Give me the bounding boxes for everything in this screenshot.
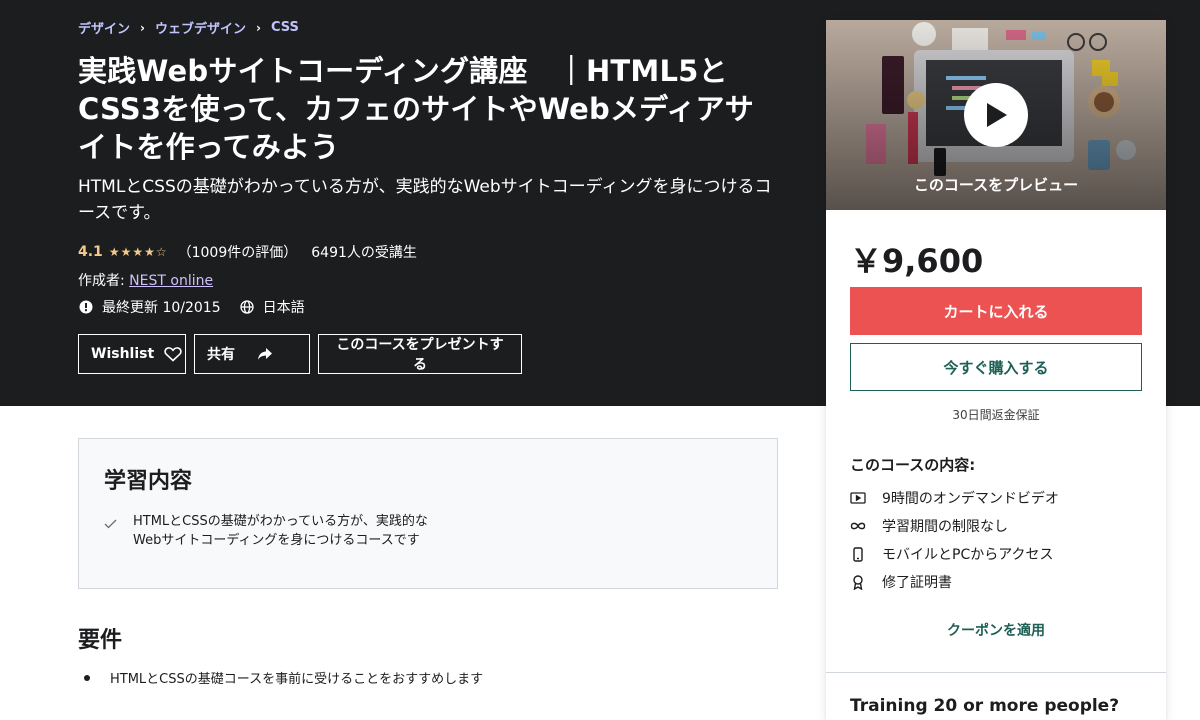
divider [826,672,1166,673]
action-buttons: Wishlist 共有 このコースをプレゼントする [78,334,522,374]
learn-item: HTMLとCSSの基礎がわかっている方が、実践的なWebサイトコーディングを身に… [104,512,434,550]
requirement-item: HTMLとCSSの基礎コースを事前に受けることをおすすめします [78,668,483,687]
course-language: 日本語 [262,300,305,316]
author-link[interactable]: NEST online [129,273,213,289]
includes-item: 学習期間の制限なし [850,512,1059,540]
includes-item: モバイルとPCからアクセス [850,540,1059,568]
buy-now-button[interactable]: 今すぐ購入する [850,343,1142,391]
wishlist-label: Wishlist [91,346,155,362]
course-preview[interactable]: このコースをプレビュー [826,20,1166,210]
author-prefix: 作成者: [78,273,130,289]
course-title: 実践Webサイトコーディング講座 ｜HTML5とCSS3を使って、カフェのサイト… [78,54,754,164]
course-price: ￥9,600 [850,242,984,280]
learn-item-text: HTMLとCSSの基礎がわかっている方が、実践的なWebサイトコーディングを身に… [133,514,428,548]
star-rating-icon: ★★★★☆ [108,245,168,259]
course-subtitle: HTMLとCSSの基礎がわかっている方が、実践的なWebサイトコーディングを身に… [78,177,772,223]
meta-row: 最終更新 10/2015 日本語 [78,297,305,317]
gift-course-button[interactable]: このコースをプレゼントする [318,334,522,374]
bullet-icon [84,674,90,681]
wishlist-button[interactable]: Wishlist [78,334,186,374]
infinity-icon [850,518,866,534]
globe-icon [239,299,255,315]
chevron-right-icon: › [140,20,145,35]
breadcrumb-css[interactable]: CSS [271,20,299,35]
breadcrumb-design[interactable]: デザイン [78,18,130,37]
includes-label: 修了証明書 [882,575,952,591]
requirement-text: HTMLとCSSの基礎コースを事前に受けることをおすすめします [110,672,484,687]
video-icon [850,490,866,506]
breadcrumb: デザイン › ウェブデザイン › CSS [78,18,299,37]
team-training-heading: Training 20 or more people? [850,696,1120,716]
certificate-icon [850,574,866,590]
chevron-right-icon: › [255,20,261,35]
learn-title: 学習内容 [104,469,193,494]
breadcrumb-web-design[interactable]: ウェブデザイン [155,18,246,37]
play-button[interactable] [964,83,1028,147]
includes-title: このコースの内容: [850,456,976,474]
alert-badge-icon [78,299,94,315]
student-count: 6491人の受講生 [311,245,417,261]
add-to-cart-button[interactable]: カートに入れる [850,287,1142,335]
what-you-will-learn: 学習内容 HTMLとCSSの基礎がわかっている方が、実践的なWebサイトコーディ… [78,438,778,589]
author-row: 作成者: NEST online [78,270,213,290]
money-back-guarantee: 30日間返金保証 [952,408,1040,422]
share-label: 共有 [207,347,235,363]
apply-coupon-link[interactable]: クーポンを適用 [826,620,1166,640]
includes-label: 学習期間の制限なし [882,519,1008,535]
includes-label: 9時間のオンデマンドビデオ [882,491,1059,507]
mobile-icon [850,546,866,562]
includes-list: 9時間のオンデマンドビデオ 学習期間の制限なし モバイルとPCからアクセス 修了… [850,484,1059,596]
heart-icon [164,346,182,362]
rating-row: 4.1 ★★★★☆ （1009件の評価） 6491人の受講生 [78,242,417,262]
gift-label: このコースをプレゼントする [336,337,504,373]
share-button[interactable]: 共有 [194,334,310,374]
share-arrow-icon [257,347,273,361]
review-count[interactable]: （1009件の評価） [178,242,298,262]
check-icon [104,512,117,550]
last-updated: 最終更新 10/2015 [102,300,221,316]
rating-value: 4.1 [78,244,103,260]
purchase-sidebar: このコースをプレビュー ￥9,600 カートに入れる 今すぐ購入する 30日間返… [826,20,1166,720]
includes-item: 9時間のオンデマンドビデオ [850,484,1059,512]
play-icon [987,103,1007,127]
requirements-title: 要件 [78,628,123,653]
preview-label: このコースをプレビュー [913,176,1079,194]
includes-label: モバイルとPCからアクセス [882,547,1054,563]
includes-item: 修了証明書 [850,568,1059,596]
